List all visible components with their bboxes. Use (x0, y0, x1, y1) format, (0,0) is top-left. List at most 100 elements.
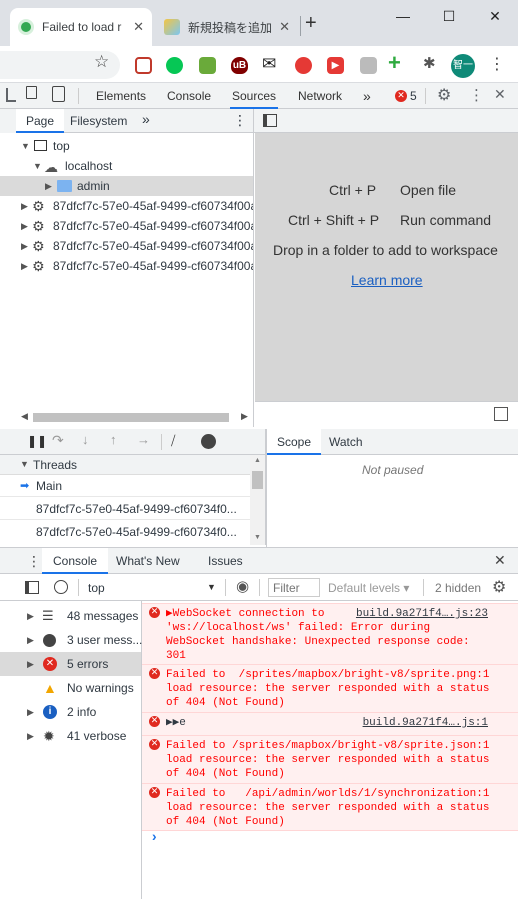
minimize-button[interactable]: — (380, 0, 426, 32)
expand-arrow-icon[interactable]: ▶ (45, 176, 52, 196)
collapse-arrow-icon[interactable]: ▼ (20, 459, 29, 469)
drawer-tab-console[interactable]: Console (42, 548, 109, 574)
scroll-right-icon[interactable]: ▶ (241, 411, 248, 422)
navigator-menu-icon[interactable]: ⋮ (233, 112, 247, 129)
extension-cast-icon[interactable] (135, 57, 152, 74)
browser-tab-active[interactable]: Failed to load r ✕ (10, 8, 152, 46)
tree-item-admin[interactable]: ▶ admin (0, 176, 253, 196)
expand-arrow-icon[interactable]: ▼ (33, 156, 42, 176)
live-expression-eye-icon[interactable]: ◉ (236, 577, 249, 595)
expand-arrow-icon[interactable]: ▶ (27, 604, 34, 628)
threads-scrollbar[interactable]: ▲ ▼ (250, 455, 265, 545)
toggle-console-sidebar-icon[interactable] (25, 581, 39, 594)
tab-filesystem[interactable]: Filesystem (70, 109, 127, 133)
tree-item-worker[interactable]: ▶ ⚙ 87dfcf7c-57e0-45af-9499-cf60734f00a (0, 256, 253, 276)
extension-plus-icon[interactable]: + (388, 50, 401, 76)
ublock-icon[interactable]: uB (231, 57, 248, 74)
scroll-left-icon[interactable]: ◀ (21, 411, 28, 422)
tab-close-icon[interactable]: ✕ (279, 19, 290, 35)
bookmark-star-icon[interactable]: ☆ (94, 52, 109, 72)
tab-sources[interactable]: Sources (230, 83, 278, 109)
error-counter-icon[interactable]: ✕ (395, 90, 407, 102)
message-source-link[interactable]: build.9a271f4….js:1 (363, 716, 488, 730)
filter-input[interactable] (268, 578, 320, 597)
expand-arrow-icon[interactable]: ▶ (21, 236, 28, 256)
more-tabs-icon[interactable]: » (363, 83, 371, 109)
sidebar-item-user-messages[interactable]: ▶ 3 user mess... (0, 628, 142, 652)
extensions-puzzle-icon[interactable]: ✱ (423, 54, 436, 72)
maximize-button[interactable]: ☐ (426, 0, 472, 32)
tab-close-icon[interactable]: ✕ (133, 19, 144, 35)
tab-page[interactable]: Page (16, 109, 65, 133)
console-prompt-icon[interactable]: › (150, 830, 158, 846)
context-selector[interactable]: top (88, 581, 105, 595)
threads-header[interactable]: ▼ Threads (0, 455, 250, 475)
scroll-up-icon[interactable]: ▲ (254, 457, 261, 464)
console-error-message[interactable]: ✕ ▶WebSocket connection to 'ws://localho… (142, 603, 518, 664)
context-dropdown-icon[interactable]: ▼ (207, 582, 216, 592)
sidebar-item-verbose[interactable]: ▶ ✹ 41 verbose (0, 724, 141, 748)
deactivate-breakpoints-icon[interactable]: ⧸ (171, 433, 175, 449)
expand-arrow-icon[interactable]: ▶ (27, 724, 34, 748)
expand-arrow-icon[interactable]: ▶ (27, 652, 34, 676)
step-over-icon[interactable]: ↷ (52, 432, 64, 449)
more-navigator-tabs-icon[interactable]: » (142, 111, 150, 127)
toggle-debugger-icon[interactable] (494, 407, 508, 421)
scrollbar-thumb[interactable] (252, 471, 263, 489)
clear-console-icon[interactable] (54, 580, 68, 594)
pause-icon[interactable]: ❚❚ (27, 434, 47, 448)
tree-item-worker[interactable]: ▶ ⚙ 87dfcf7c-57e0-45af-9499-cf60734f00a (0, 216, 253, 236)
thread-worker[interactable]: 87dfcf7c-57e0-45af-9499-cf60734f0... (36, 502, 237, 516)
browser-tab[interactable]: 新規投稿を追加 ✕ (156, 8, 298, 46)
tab-elements[interactable]: Elements (96, 83, 146, 109)
inspect-element-icon[interactable] (6, 88, 16, 102)
tree-item-localhost[interactable]: ▼ ☁ localhost (0, 156, 253, 176)
pause-on-exceptions-icon[interactable] (201, 434, 216, 449)
profile-avatar[interactable]: 智一 (451, 54, 475, 78)
tree-item-top[interactable]: ▼ top (0, 136, 253, 156)
settings-gear-icon[interactable]: ⚙ (437, 85, 451, 105)
tree-item-worker[interactable]: ▶ ⚙ 87dfcf7c-57e0-45af-9499-cf60734f00a (0, 196, 253, 216)
thread-main[interactable]: Main (36, 479, 62, 493)
close-devtools-icon[interactable]: ✕ (494, 86, 506, 103)
drawer-tab-issues[interactable]: Issues (208, 548, 243, 574)
sidebar-item-messages[interactable]: ▶ ☰ 48 messages (0, 604, 141, 628)
new-tab-button[interactable]: + (305, 12, 317, 35)
expand-arrow-icon[interactable]: ▶ (21, 256, 28, 276)
learn-more-link[interactable]: Learn more (351, 272, 423, 288)
scroll-down-icon[interactable]: ▼ (254, 534, 261, 541)
step-into-icon[interactable]: ↓ (82, 432, 89, 447)
extension-play-icon[interactable]: ▶ (327, 57, 344, 74)
expand-arrow-icon[interactable]: ▶ (27, 700, 34, 724)
tab-network[interactable]: Network (298, 83, 342, 109)
close-window-button[interactable]: ✕ (472, 0, 518, 32)
close-drawer-icon[interactable]: ✕ (494, 552, 506, 569)
scrollbar-thumb[interactable] (33, 413, 229, 422)
console-settings-gear-icon[interactable]: ⚙ (492, 577, 506, 597)
navigator-scrollbar[interactable]: ◀ ▶ (0, 409, 254, 427)
device-toolbar-icon[interactable] (52, 86, 65, 102)
drawer-tab-whats-new[interactable]: What's New (116, 548, 180, 574)
browser-menu-icon[interactable]: ⋮ (489, 54, 505, 74)
log-levels-dropdown[interactable]: Default levels ▾ (328, 581, 409, 595)
sidebar-item-info[interactable]: ▶ i 2 info (0, 700, 141, 724)
extension-refresh-icon[interactable] (295, 57, 312, 74)
extension-leaf-icon[interactable] (199, 57, 216, 74)
drawer-menu-icon[interactable]: ⋮ (27, 553, 41, 570)
expand-arrow-icon[interactable]: ▶ (21, 196, 28, 216)
sidebar-item-errors[interactable]: ▶ ✕ 5 errors (0, 652, 141, 676)
message-source-link[interactable]: build.9a271f4….js:23 (356, 607, 488, 621)
tab-watch[interactable]: Watch (329, 429, 363, 455)
console-error-message[interactable]: ✕ Failed to /sprites/mapbox/bright-v8/sp… (142, 735, 518, 783)
thread-worker[interactable]: 87dfcf7c-57e0-45af-9499-cf60734f0... (36, 525, 237, 539)
error-count[interactable]: 5 (410, 89, 417, 103)
tree-item-worker[interactable]: ▶ ⚙ 87dfcf7c-57e0-45af-9499-cf60734f00a (0, 236, 253, 256)
inspect-element-arrow-icon[interactable] (26, 86, 37, 99)
console-error-message[interactable]: ✕ Failed to /sprites/mapbox/bright-v8/sp… (142, 664, 518, 712)
expand-arrow-icon[interactable]: ▶ (27, 628, 34, 652)
devtools-menu-icon[interactable]: ⋮ (469, 86, 484, 104)
step-out-icon[interactable]: ↑ (110, 432, 117, 447)
expand-arrow-icon[interactable]: ▼ (21, 136, 30, 156)
console-error-message[interactable]: ✕ Failed to /api/admin/worlds/1/synchron… (142, 783, 518, 831)
extension-camera-icon[interactable] (360, 57, 377, 74)
